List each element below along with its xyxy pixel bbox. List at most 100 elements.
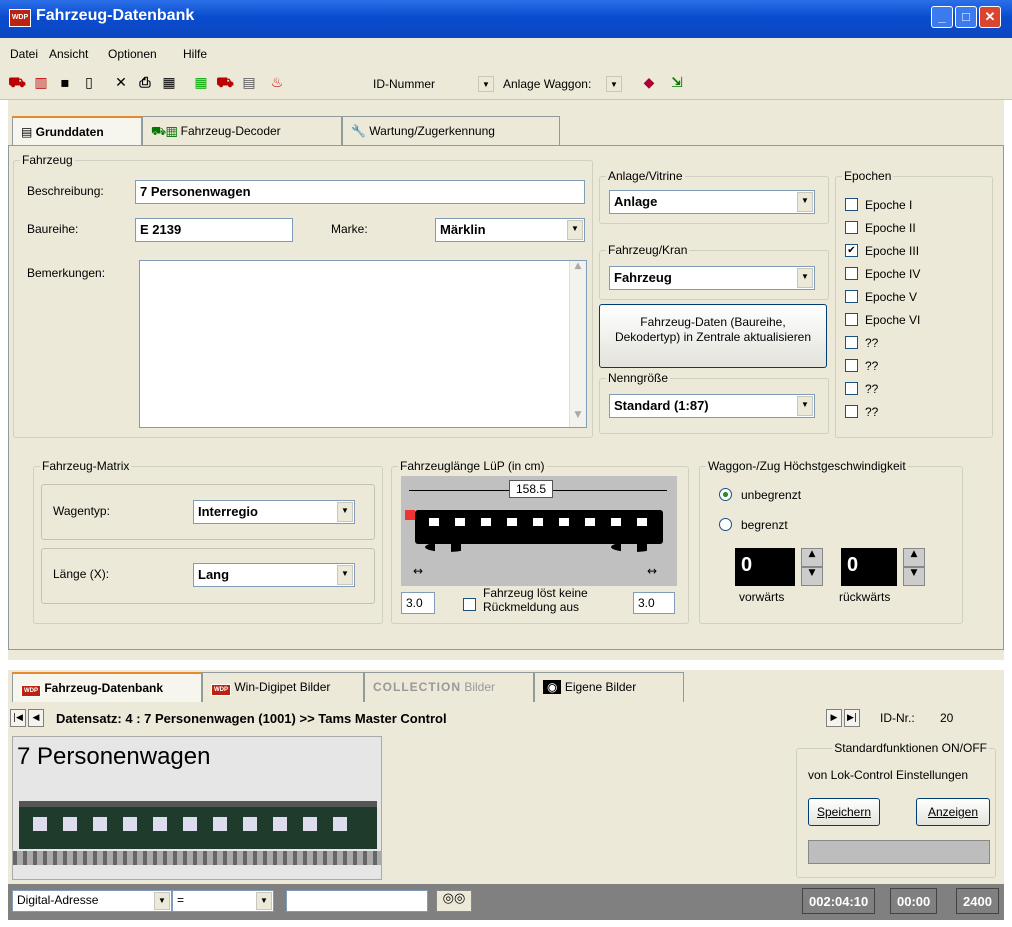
epoche-9-checkbox[interactable]: [845, 382, 858, 395]
epoche-2-checkbox[interactable]: [845, 221, 858, 234]
rueckwaerts-stepper[interactable]: ▲ ▼: [903, 548, 925, 586]
tab-wartung[interactable]: 🔧 Wartung/Zugerkennung: [342, 116, 560, 146]
tab-eigene-bilder-label: Eigene Bilder: [564, 680, 637, 694]
menu-optionen[interactable]: Optionen: [108, 47, 157, 61]
buffer-right-input[interactable]: 3.0: [633, 592, 675, 614]
vorwaerts-display[interactable]: 0: [735, 548, 795, 586]
table-icon[interactable]: ▦: [160, 74, 178, 92]
menu-ansicht[interactable]: Ansicht: [49, 47, 88, 61]
prev-record-icon[interactable]: ◀: [28, 709, 44, 727]
anlage-select[interactable]: Anlage ▼: [609, 190, 815, 214]
last-record-icon[interactable]: ▶|: [844, 709, 860, 727]
decoder-icon[interactable]: ▦: [192, 74, 210, 92]
chevron-down-icon[interactable]: ▼: [337, 502, 353, 522]
epoche-6-checkbox[interactable]: [845, 313, 858, 326]
locomotive-icon[interactable]: ⛟: [8, 74, 26, 92]
laenge-select[interactable]: Lang ▼: [193, 563, 355, 587]
rueckmeldung-label: Fahrzeug löst keine Rückmeldung aus: [483, 586, 588, 614]
scroll-up-icon[interactable]: ▲: [570, 261, 586, 278]
update-zentrale-button[interactable]: Fahrzeug-Daten (Baureihe, Dekodertyp) in…: [599, 304, 827, 368]
first-record-icon[interactable]: |◀: [10, 709, 26, 727]
scrollbar[interactable]: ▲ ▼: [569, 261, 586, 427]
print-icon[interactable]: ⎙: [136, 74, 154, 92]
epoche-8-checkbox[interactable]: [845, 359, 858, 372]
unbegrenzt-radio[interactable]: [719, 488, 732, 501]
id-combo[interactable]: ID-Nummer ▼: [368, 74, 496, 94]
tab-collection-bilder[interactable]: COLLECTION Bilder: [364, 672, 534, 702]
epoche-4-checkbox[interactable]: [845, 267, 858, 280]
tab-fahrzeug-decoder[interactable]: ⛟▦ Fahrzeug-Decoder: [142, 116, 342, 146]
search-value-input[interactable]: [286, 890, 428, 912]
wagentyp-select[interactable]: Interregio ▼: [193, 500, 355, 524]
tool-red-icon[interactable]: ♨: [268, 74, 286, 92]
chevron-down-icon[interactable]: ▼: [797, 192, 813, 212]
tab-win-digipet-bilder[interactable]: WDP Win-Digipet Bilder: [202, 672, 364, 702]
buffer-marker-icon: [405, 510, 415, 520]
close-button[interactable]: ✕: [979, 6, 1001, 28]
title-bar: WDP Fahrzeug-Datenbank _ □ ✕: [0, 0, 1012, 38]
chevron-down-icon[interactable]: ▼: [797, 268, 813, 288]
epoche-5-checkbox[interactable]: [845, 290, 858, 303]
anzeigen-button[interactable]: Anzeigen: [916, 798, 990, 826]
book-icon[interactable]: ◆: [640, 74, 658, 92]
epoche-3-checkbox[interactable]: ✔: [845, 244, 858, 257]
vorwaerts-stepper[interactable]: ▲ ▼: [801, 548, 823, 586]
wagon-icon[interactable]: ▥: [32, 74, 50, 92]
menu-datei[interactable]: Datei: [10, 47, 38, 61]
wagentyp-label: Wagentyp:: [53, 504, 110, 518]
chevron-down-icon[interactable]: ▼: [337, 565, 353, 585]
new-document-icon[interactable]: ▯: [80, 74, 98, 92]
epoche-8-label: ??: [865, 359, 879, 373]
menu-hilfe[interactable]: Hilfe: [183, 47, 207, 61]
beschreibung-input[interactable]: 7 Personenwagen: [135, 180, 585, 204]
maximize-button[interactable]: □: [955, 6, 977, 28]
operator-select[interactable]: = ▼: [172, 890, 274, 912]
chevron-down-icon[interactable]: ▼: [154, 892, 170, 910]
minimize-button[interactable]: _: [931, 6, 953, 28]
unbegrenzt-label: unbegrenzt: [741, 488, 802, 502]
chevron-down-icon[interactable]: ▼: [567, 220, 583, 240]
nenngroesse-select[interactable]: Standard (1:87) ▼: [609, 394, 815, 418]
window-title: Fahrzeug-Datenbank: [36, 7, 195, 24]
wagon-diagram: 158.5 ↔ ↔: [401, 476, 677, 586]
increment-up-icon[interactable]: ▲: [801, 548, 823, 567]
scroll-down-icon[interactable]: ▼: [570, 410, 586, 427]
begrenzt-radio[interactable]: [719, 518, 732, 531]
tab-fahrzeug-datenbank[interactable]: WDP Fahrzeug-Datenbank: [12, 672, 202, 702]
increment-down-icon[interactable]: ▼: [801, 567, 823, 586]
increment-down-icon[interactable]: ▼: [903, 567, 925, 586]
bemerkungen-textarea[interactable]: ▲ ▼: [139, 260, 587, 428]
delete-icon[interactable]: ✕: [112, 74, 130, 92]
chevron-down-icon[interactable]: ▼: [606, 76, 622, 92]
marke-select[interactable]: Märklin ▼: [435, 218, 585, 242]
exit-icon[interactable]: ⇲: [668, 74, 686, 92]
buffer-left-input[interactable]: 3.0: [401, 592, 435, 614]
anlage-combo[interactable]: Anlage Waggon: ▼: [498, 74, 624, 94]
tab-grunddaten-label: Grunddaten: [35, 125, 104, 139]
tab-collection-label: Bilder: [464, 680, 496, 694]
increment-up-icon[interactable]: ▲: [903, 548, 925, 567]
loco-red-icon[interactable]: ⛟: [216, 74, 234, 92]
chevron-down-icon[interactable]: ▼: [797, 396, 813, 416]
list-icon[interactable]: ▤: [240, 74, 258, 92]
chevron-down-icon[interactable]: ▼: [256, 892, 272, 910]
rueckwaerts-display[interactable]: 0: [841, 548, 897, 586]
bemerkungen-label: Bemerkungen:: [27, 266, 106, 280]
epoche-1-checkbox[interactable]: [845, 198, 858, 211]
epoche-7-checkbox[interactable]: [845, 336, 858, 349]
baureihe-input[interactable]: E 2139: [135, 218, 293, 242]
epoche-10-checkbox[interactable]: [845, 405, 858, 418]
tab-eigene-bilder[interactable]: ◉ Eigene Bilder: [534, 672, 684, 702]
rueckmeldung-checkbox[interactable]: [463, 598, 476, 611]
binoculars-icon[interactable]: ◎◎: [436, 890, 472, 912]
chevron-down-icon[interactable]: ▼: [478, 76, 494, 92]
save-icon[interactable]: ▪: [56, 74, 74, 92]
camera-icon: ◉: [543, 680, 562, 694]
kran-select[interactable]: Fahrzeug ▼: [609, 266, 815, 290]
wagon-icon: [415, 510, 663, 544]
tab-grunddaten[interactable]: ▤ Grunddaten: [12, 116, 142, 146]
speichern-button[interactable]: Speichern: [808, 798, 880, 826]
filter-field-select[interactable]: Digital-Adresse ▼: [12, 890, 172, 912]
toolbar: ⛟ ▥ ▪ ▯ ✕ ⎙ ▦ ▦ ⛟ ▤ ♨ ID-Nummer ▼ Anlage…: [0, 68, 1012, 100]
next-record-icon[interactable]: ▶: [826, 709, 842, 727]
